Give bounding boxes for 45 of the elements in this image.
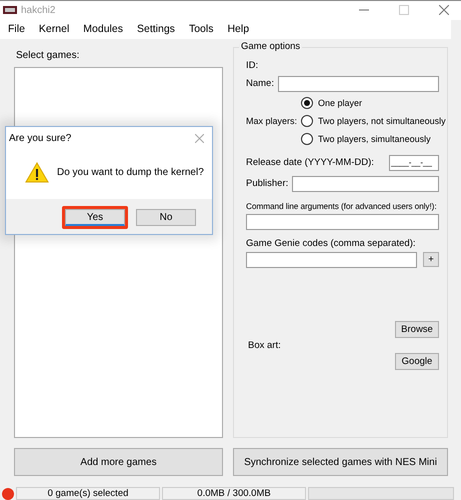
box-art-label: Box art: [248, 340, 281, 351]
radio-button[interactable] [301, 96, 314, 109]
dialog-button[interactable]: Yes [65, 209, 125, 226]
browse-button[interactable]: Browse [395, 320, 439, 338]
menu-item[interactable]: Settings [136, 23, 175, 36]
dialog-button[interactable]: No [136, 209, 196, 226]
publisher-field[interactable] [292, 176, 439, 192]
action-button[interactable]: Synchronize selected games with NES Mini [233, 448, 448, 476]
max-players-label: Max players: [246, 116, 298, 126]
app-icon [3, 6, 17, 14]
google-button[interactable]: Google [395, 352, 439, 370]
id-label: ID: [246, 60, 260, 71]
warning-icon [25, 162, 49, 182]
command-line-field[interactable] [246, 214, 439, 230]
maximize-icon[interactable] [399, 5, 409, 16]
window-title: hakchi2 [21, 4, 56, 16]
release-date-field[interactable]: ____-__-__ [389, 154, 439, 171]
radio-label[interactable]: Two players, simultaneously [318, 134, 431, 144]
menu-item[interactable]: Modules [83, 23, 123, 36]
game-genie-field[interactable] [246, 252, 417, 268]
games-label: Select games: [16, 50, 80, 61]
add-code-button[interactable]: + [423, 252, 439, 268]
menu-item[interactable]: Tools [188, 23, 214, 36]
close-icon[interactable] [439, 5, 449, 16]
menu-item[interactable]: Help [227, 23, 250, 36]
radio-label[interactable]: One player [318, 98, 362, 108]
status-dot-icon [2, 488, 14, 500]
name-label: Name: [246, 78, 274, 90]
release-date-label: Release date (YYYY-MM-DD): [246, 157, 374, 168]
menu-item[interactable]: File [8, 23, 25, 36]
dialog-message: Do you want to dump the kernel? [57, 166, 204, 178]
radio-button[interactable] [301, 114, 314, 127]
game-genie-label: Game Genie codes (comma separated): [246, 238, 416, 249]
radio-label[interactable]: Two players, not simultaneously [318, 116, 446, 126]
dialog-title: Are you sure? [9, 132, 72, 144]
radio-button[interactable] [301, 132, 314, 145]
group-title: Game options [239, 40, 302, 52]
command-line-label: Command line arguments (for advanced users only!): [246, 200, 438, 211]
publisher-label: Publisher: [246, 178, 288, 190]
menu-item[interactable]: Kernel [38, 23, 70, 36]
close-icon[interactable] [195, 134, 204, 142]
name-field[interactable] [278, 76, 439, 92]
status-pane: 0.0MB / 300.0MB [162, 487, 306, 500]
action-button[interactable]: Add more games [14, 448, 223, 476]
status-pane: 0 game(s) selected [16, 487, 160, 500]
